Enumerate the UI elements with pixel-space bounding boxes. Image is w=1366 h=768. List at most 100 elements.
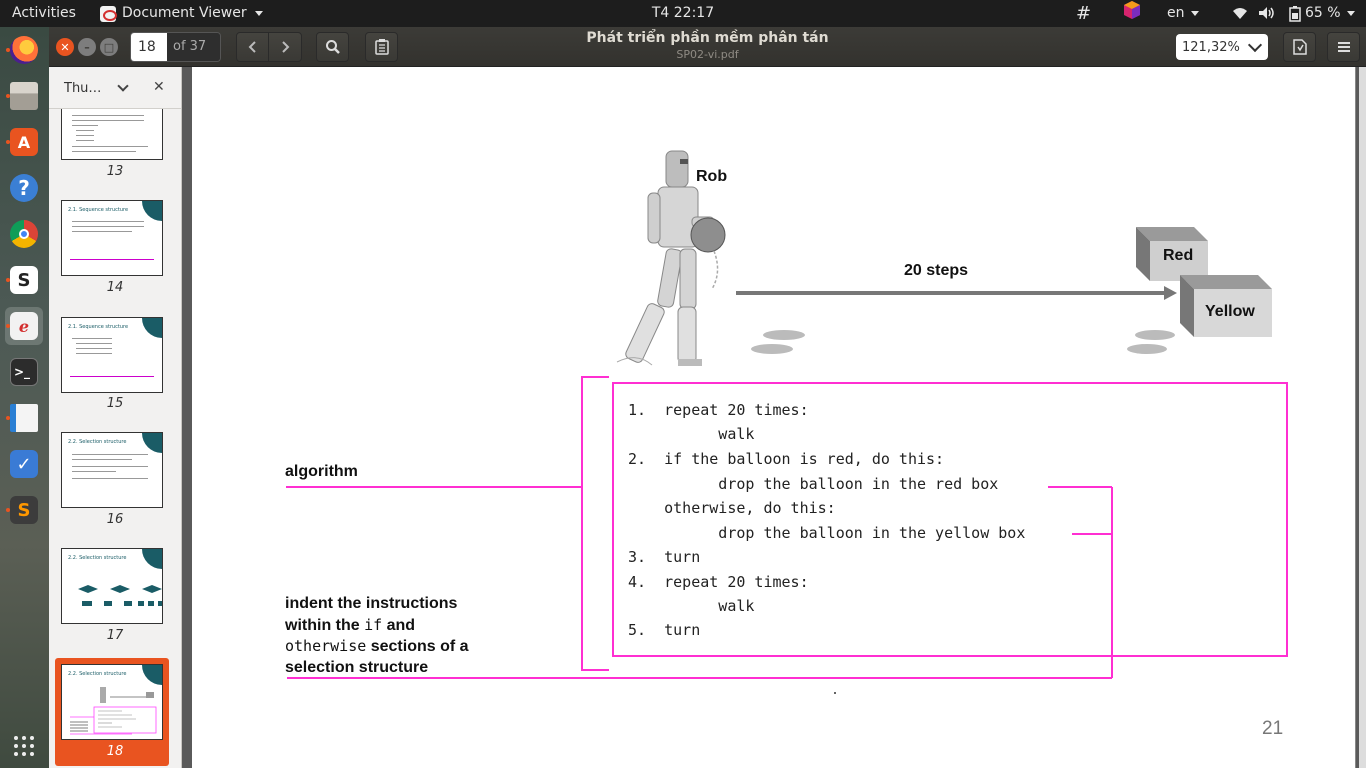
dock: A ? S e >_ ✓ S xyxy=(0,27,49,768)
software-center-launcher[interactable]: A xyxy=(5,123,43,161)
search-button[interactable] xyxy=(316,32,349,62)
pdf-page: Rob 20 steps Red Yellow algorithm 1. rep… xyxy=(192,67,1356,768)
volume-icon[interactable] xyxy=(1258,0,1276,27)
page-thumbnail-14[interactable]: 2.1. Sequence structure xyxy=(61,200,163,276)
yellow-box-label: Yellow xyxy=(1205,303,1255,320)
thumbnail-page-number: 13 xyxy=(106,164,124,179)
wifi-icon[interactable] xyxy=(1232,0,1248,27)
code-line: otherwise, do this: xyxy=(628,499,836,517)
page-selector: of 37 xyxy=(130,32,221,62)
page-thumbnail-13[interactable] xyxy=(61,109,163,160)
previous-page-button[interactable] xyxy=(237,33,270,61)
sublime-launcher[interactable]: S xyxy=(5,491,43,529)
show-apps-button[interactable] xyxy=(5,727,43,765)
next-page-button[interactable] xyxy=(269,33,301,61)
thumbnail-title: 2.1. Sequence structure xyxy=(68,324,129,330)
main-menu-button[interactable] xyxy=(1327,32,1360,62)
cube-tray-icon[interactable] xyxy=(1122,0,1142,27)
robot-label: Rob xyxy=(696,168,728,185)
hamburger-menu-icon xyxy=(1337,42,1350,52)
thumbnail-sidebar: Thu… ✕ 13 2.1. Sequence structure 14 2.1… xyxy=(49,67,182,768)
minimize-icon: – xyxy=(84,40,90,54)
sidebar-mode-label: Thu… xyxy=(64,80,102,96)
document-viewer-launcher[interactable]: e xyxy=(5,307,43,345)
slide-page-number: 21 xyxy=(1262,718,1284,739)
close-window-button[interactable]: ✕ xyxy=(56,38,74,56)
search-icon xyxy=(325,40,340,54)
code-line: 5. turn xyxy=(628,621,701,639)
page-total-label: of 37 xyxy=(167,33,220,61)
running-indicator xyxy=(6,416,10,420)
app-menu[interactable]: Document Viewer xyxy=(100,0,263,27)
activities-button[interactable]: Activities xyxy=(12,0,76,27)
clock[interactable]: T4 22:17 xyxy=(652,5,714,21)
top-bar: Activities Document Viewer T4 22:17 # en… xyxy=(0,0,1366,27)
app-name: Document Viewer xyxy=(122,5,247,21)
terminal-launcher[interactable]: >_ xyxy=(5,353,43,391)
maximize-window-button[interactable]: □ xyxy=(100,38,118,56)
document-save-icon xyxy=(1292,39,1307,55)
files-launcher[interactable] xyxy=(5,77,43,115)
page-navigation xyxy=(236,32,302,62)
document-title: Phát triển phần mềm phân tán xyxy=(586,30,829,46)
running-indicator xyxy=(6,48,10,52)
running-indicator xyxy=(6,508,10,512)
document-view[interactable]: Rob 20 steps Red Yellow algorithm 1. rep… xyxy=(182,67,1366,768)
show-apps-icon xyxy=(14,736,34,756)
vertical-scrollbar[interactable] xyxy=(1359,67,1366,768)
chrome-icon xyxy=(10,220,38,248)
document-filename: SP02-vi.pdf xyxy=(676,48,739,61)
zoom-selector[interactable]: 121,32% xyxy=(1176,34,1268,60)
sidebar-mode-selector[interactable]: Thu… xyxy=(55,73,137,103)
chevron-down-icon xyxy=(1190,11,1199,16)
thumbnail-page-number: 15 xyxy=(106,396,124,411)
chrome-launcher[interactable] xyxy=(5,215,43,253)
annotation-line: otherwise sections of a xyxy=(285,637,469,655)
page-thumbnail-15[interactable]: 2.1. Sequence structure xyxy=(61,317,163,393)
help-launcher[interactable]: ? xyxy=(5,169,43,207)
thumbnail-page-number: 18 xyxy=(106,744,124,759)
page-number-input[interactable] xyxy=(131,33,167,61)
running-indicator xyxy=(6,140,10,144)
language-indicator[interactable]: en xyxy=(1167,0,1199,27)
code-line: drop the balloon in the yellow box xyxy=(628,524,1026,542)
slack-tray-icon[interactable]: # xyxy=(1076,0,1091,27)
steps-label: 20 steps xyxy=(904,262,969,279)
battery-percent: 65 % xyxy=(1305,5,1341,21)
code-line: 2. if the balloon is red, do this: xyxy=(628,450,945,468)
thumbnail-page-number: 14 xyxy=(106,280,124,295)
slack-launcher[interactable]: S xyxy=(5,261,43,299)
minimize-window-button[interactable]: – xyxy=(78,38,96,56)
page-thumbnail-18[interactable]: 2.2. Selection structure xyxy=(61,664,163,740)
close-sidebar-button[interactable]: ✕ xyxy=(153,79,165,95)
code-line: walk xyxy=(628,425,755,443)
software-center-icon: A xyxy=(10,128,38,156)
todo-icon: ✓ xyxy=(10,450,38,478)
maximize-icon: □ xyxy=(103,40,115,54)
page-thumbnail-17[interactable]: 2.2. Selection structure xyxy=(61,548,163,624)
algorithm-label: algorithm xyxy=(285,463,358,480)
chevron-down-icon xyxy=(1346,11,1355,16)
page-thumbnail-16[interactable]: 2.2. Selection structure xyxy=(61,432,163,508)
zoom-value: 121,32% xyxy=(1182,39,1240,55)
help-icon: ? xyxy=(10,174,38,202)
firefox-launcher[interactable] xyxy=(5,31,43,69)
chevron-down-icon xyxy=(117,80,130,92)
close-icon: ✕ xyxy=(60,40,70,54)
code-line: 3. turn xyxy=(628,548,701,566)
running-indicator xyxy=(6,324,10,328)
annotation-icon xyxy=(374,39,389,55)
thumbnail-diagram xyxy=(78,585,162,606)
writer-launcher[interactable] xyxy=(5,399,43,437)
battery-indicator[interactable]: 65 % xyxy=(1289,0,1355,27)
annotation-line: selection structure xyxy=(285,658,429,676)
running-indicator xyxy=(6,278,10,282)
annotations-button[interactable] xyxy=(365,32,398,62)
save-button[interactable] xyxy=(1283,32,1316,62)
thumbnail-page-number: 16 xyxy=(106,512,124,527)
thumbnail-title: 2.1. Sequence structure xyxy=(68,207,129,213)
code-line: 4. repeat 20 times: xyxy=(628,573,809,591)
document-viewer-icon: e xyxy=(10,312,38,340)
todo-launcher[interactable]: ✓ xyxy=(5,445,43,483)
thumbnail-diagram xyxy=(70,687,157,735)
